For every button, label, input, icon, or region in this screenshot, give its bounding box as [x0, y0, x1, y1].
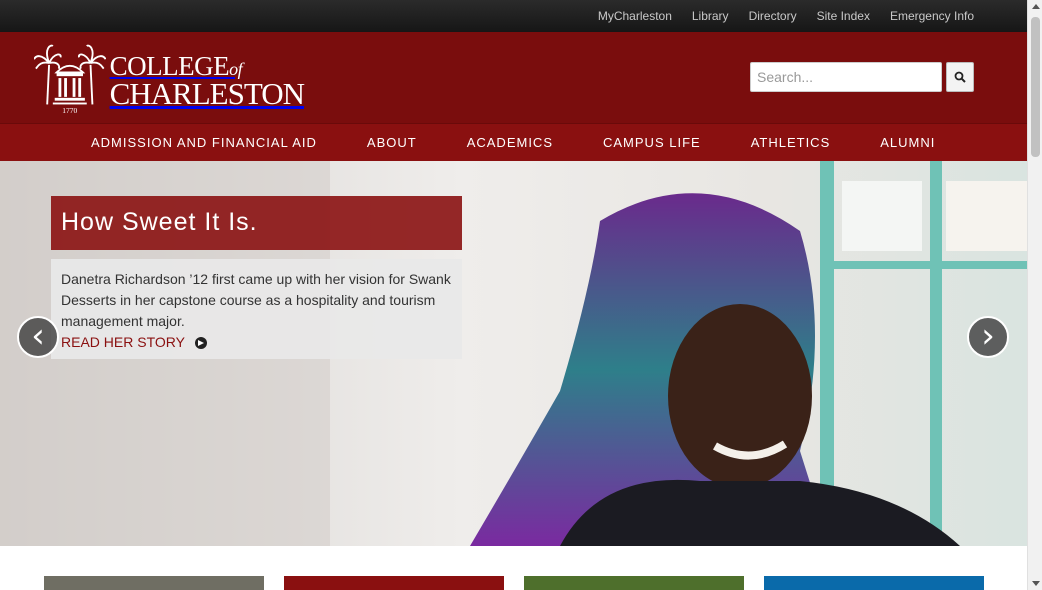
nav-admission-financial-aid[interactable]: ADMISSION AND FINANCIAL AID [66, 124, 342, 162]
feature-tile-4[interactable] [764, 576, 984, 590]
site-header: 1770 COLLEGEof CHARLESTON [0, 32, 1027, 123]
nav-alumni[interactable]: ALUMNI [855, 124, 960, 162]
nav-campus-life[interactable]: CAMPUS LIFE [578, 124, 726, 162]
carousel-next-button[interactable]: › [967, 316, 1009, 358]
utility-link-site-index[interactable]: Site Index [817, 9, 870, 23]
arrow-circle-right-icon [194, 336, 207, 349]
scrollbar-thumb[interactable] [1031, 17, 1040, 157]
hero-title: How Sweet It Is. [51, 196, 462, 250]
utility-bar: MyCharleston Library Directory Site Inde… [0, 0, 1027, 32]
scroll-down-icon[interactable] [1032, 581, 1040, 586]
page: MyCharleston Library Directory Site Inde… [0, 0, 1027, 590]
utility-link-directory[interactable]: Directory [749, 9, 797, 23]
page-scrollbar[interactable] [1027, 0, 1042, 590]
search-input[interactable] [750, 62, 942, 92]
utility-link-library[interactable]: Library [692, 9, 729, 23]
hero-carousel: How Sweet It Is. Danetra Richardson ’12 … [0, 161, 1027, 546]
carousel-prev-button[interactable]: ‹ [17, 316, 59, 358]
utility-link-mycharleston[interactable]: MyCharleston [598, 9, 672, 23]
feature-tile-1[interactable] [44, 576, 264, 590]
search-icon [954, 71, 966, 83]
logo-line2: CHARLESTON [109, 76, 305, 111]
hero-caption: Danetra Richardson ’12 first came up wit… [51, 259, 462, 359]
hero-description: Danetra Richardson ’12 first came up wit… [61, 271, 451, 329]
nav-about[interactable]: ABOUT [342, 124, 442, 162]
search-box [750, 62, 974, 92]
search-button[interactable] [946, 62, 974, 92]
main-nav: ADMISSION AND FINANCIAL AID ABOUT ACADEM… [0, 123, 1027, 161]
feature-tile-2[interactable] [284, 576, 504, 590]
logo-year: 1770 [62, 106, 77, 115]
scroll-up-icon[interactable] [1032, 4, 1040, 9]
college-logo[interactable]: 1770 COLLEGEof CHARLESTON [34, 42, 305, 116]
utility-link-emergency-info[interactable]: Emergency Info [890, 9, 974, 23]
read-her-story-label: READ HER STORY [61, 334, 185, 350]
nav-academics[interactable]: ACADEMICS [442, 124, 578, 162]
college-seal-icon: 1770 [34, 44, 106, 115]
nav-athletics[interactable]: ATHLETICS [726, 124, 856, 162]
logo-wordmark: COLLEGEof CHARLESTON [109, 42, 305, 111]
feature-tile-3[interactable] [524, 576, 744, 590]
read-her-story-link[interactable]: READ HER STORY [61, 332, 207, 353]
